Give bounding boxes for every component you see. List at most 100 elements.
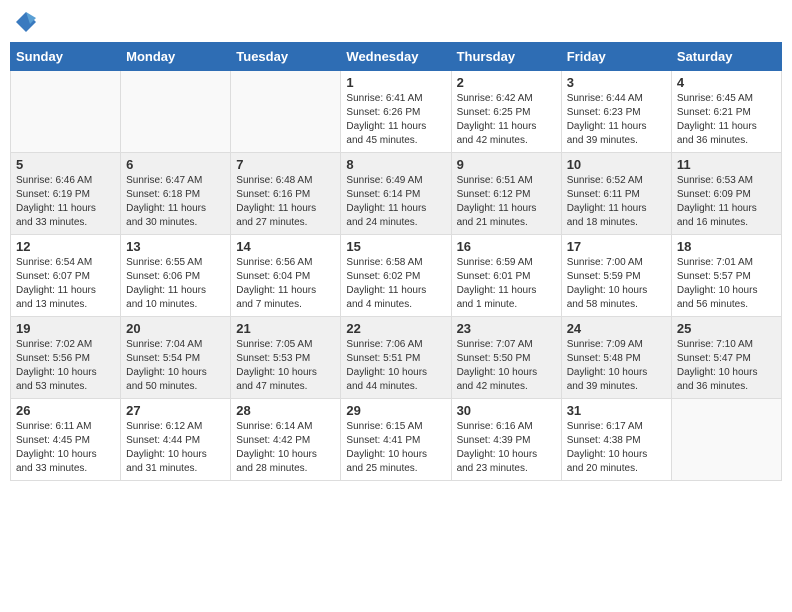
day-info: Sunrise: 6:58 AM Sunset: 6:02 PM Dayligh… bbox=[346, 256, 445, 312]
calendar-day-cell: 16 Sunrise: 6:59 AM Sunset: 6:01 PM Dayli… bbox=[451, 235, 561, 317]
day-info: Sunrise: 6:51 AM Sunset: 6:12 PM Dayligh… bbox=[457, 174, 556, 230]
calendar-day-cell bbox=[231, 71, 341, 153]
day-number: 1 bbox=[346, 75, 445, 90]
calendar-day-cell: 25 Sunrise: 7:10 AM Sunset: 5:47 PM Dayli… bbox=[671, 317, 781, 399]
day-number: 22 bbox=[346, 321, 445, 336]
day-info: Sunrise: 6:47 AM Sunset: 6:18 PM Dayligh… bbox=[126, 174, 225, 230]
day-info: Sunrise: 7:04 AM Sunset: 5:54 PM Dayligh… bbox=[126, 338, 225, 394]
calendar-header-row: SundayMondayTuesdayWednesdayThursdayFrid… bbox=[11, 43, 782, 71]
day-number: 14 bbox=[236, 239, 335, 254]
calendar-day-cell: 29 Sunrise: 6:15 AM Sunset: 4:41 PM Dayli… bbox=[341, 399, 451, 481]
calendar-table: SundayMondayTuesdayWednesdayThursdayFrid… bbox=[10, 42, 782, 481]
calendar-day-cell: 18 Sunrise: 7:01 AM Sunset: 5:57 PM Dayli… bbox=[671, 235, 781, 317]
day-number: 24 bbox=[567, 321, 666, 336]
day-of-week-header: Tuesday bbox=[231, 43, 341, 71]
calendar-day-cell: 30 Sunrise: 6:16 AM Sunset: 4:39 PM Dayli… bbox=[451, 399, 561, 481]
calendar-day-cell: 8Sunrise: 6:49 AM Sunset: 6:14 PM Daylig… bbox=[341, 153, 451, 235]
calendar-week-row: 26 Sunrise: 6:11 AM Sunset: 4:45 PM Dayli… bbox=[11, 399, 782, 481]
day-number: 18 bbox=[677, 239, 776, 254]
day-of-week-header: Monday bbox=[121, 43, 231, 71]
day-info: Sunrise: 6:56 AM Sunset: 6:04 PM Dayligh… bbox=[236, 256, 335, 312]
day-number: 7 bbox=[236, 157, 335, 172]
calendar-day-cell: 12 Sunrise: 6:54 AM Sunset: 6:07 PM Dayli… bbox=[11, 235, 121, 317]
day-number: 6 bbox=[126, 157, 225, 172]
day-info: Sunrise: 6:48 AM Sunset: 6:16 PM Dayligh… bbox=[236, 174, 335, 230]
day-info: Sunrise: 6:12 AM Sunset: 4:44 PM Dayligh… bbox=[126, 420, 225, 476]
day-number: 5 bbox=[16, 157, 115, 172]
day-info: Sunrise: 6:45 AM Sunset: 6:21 PM Dayligh… bbox=[677, 92, 776, 148]
day-number: 11 bbox=[677, 157, 776, 172]
logo bbox=[14, 10, 42, 34]
day-info: Sunrise: 7:09 AM Sunset: 5:48 PM Dayligh… bbox=[567, 338, 666, 394]
day-info: Sunrise: 6:16 AM Sunset: 4:39 PM Dayligh… bbox=[457, 420, 556, 476]
calendar-day-cell: 1 Sunrise: 6:41 AM Sunset: 6:26 PM Daylig… bbox=[341, 71, 451, 153]
calendar-day-cell: 10 Sunrise: 6:52 AM Sunset: 6:11 PM Dayli… bbox=[561, 153, 671, 235]
day-number: 8 bbox=[346, 157, 445, 172]
day-number: 2 bbox=[457, 75, 556, 90]
day-info: Sunrise: 7:07 AM Sunset: 5:50 PM Dayligh… bbox=[457, 338, 556, 394]
calendar-day-cell: 14 Sunrise: 6:56 AM Sunset: 6:04 PM Dayli… bbox=[231, 235, 341, 317]
calendar-day-cell: 6 Sunrise: 6:47 AM Sunset: 6:18 PM Daylig… bbox=[121, 153, 231, 235]
day-info: Sunrise: 6:11 AM Sunset: 4:45 PM Dayligh… bbox=[16, 420, 115, 476]
calendar-day-cell: 4 Sunrise: 6:45 AM Sunset: 6:21 PM Daylig… bbox=[671, 71, 781, 153]
day-of-week-header: Saturday bbox=[671, 43, 781, 71]
day-info: Sunrise: 6:41 AM Sunset: 6:26 PM Dayligh… bbox=[346, 92, 445, 148]
calendar-day-cell: 7 Sunrise: 6:48 AM Sunset: 6:16 PM Daylig… bbox=[231, 153, 341, 235]
day-number: 30 bbox=[457, 403, 556, 418]
day-of-week-header: Friday bbox=[561, 43, 671, 71]
day-number: 20 bbox=[126, 321, 225, 336]
calendar-day-cell: 17Sunrise: 7:00 AM Sunset: 5:59 PM Dayli… bbox=[561, 235, 671, 317]
day-of-week-header: Sunday bbox=[11, 43, 121, 71]
day-info: Sunrise: 6:42 AM Sunset: 6:25 PM Dayligh… bbox=[457, 92, 556, 148]
calendar-day-cell: 15Sunrise: 6:58 AM Sunset: 6:02 PM Dayli… bbox=[341, 235, 451, 317]
day-info: Sunrise: 6:15 AM Sunset: 4:41 PM Dayligh… bbox=[346, 420, 445, 476]
calendar-day-cell: 22Sunrise: 7:06 AM Sunset: 5:51 PM Dayli… bbox=[341, 317, 451, 399]
page-header bbox=[10, 10, 782, 34]
day-number: 21 bbox=[236, 321, 335, 336]
day-number: 10 bbox=[567, 157, 666, 172]
calendar-day-cell: 21Sunrise: 7:05 AM Sunset: 5:53 PM Dayli… bbox=[231, 317, 341, 399]
day-info: Sunrise: 7:10 AM Sunset: 5:47 PM Dayligh… bbox=[677, 338, 776, 394]
day-info: Sunrise: 7:00 AM Sunset: 5:59 PM Dayligh… bbox=[567, 256, 666, 312]
day-info: Sunrise: 6:55 AM Sunset: 6:06 PM Dayligh… bbox=[126, 256, 225, 312]
day-number: 29 bbox=[346, 403, 445, 418]
day-number: 27 bbox=[126, 403, 225, 418]
day-number: 23 bbox=[457, 321, 556, 336]
day-info: Sunrise: 6:14 AM Sunset: 4:42 PM Dayligh… bbox=[236, 420, 335, 476]
day-info: Sunrise: 6:53 AM Sunset: 6:09 PM Dayligh… bbox=[677, 174, 776, 230]
calendar-day-cell bbox=[11, 71, 121, 153]
day-info: Sunrise: 7:02 AM Sunset: 5:56 PM Dayligh… bbox=[16, 338, 115, 394]
day-number: 26 bbox=[16, 403, 115, 418]
calendar-day-cell: 31 Sunrise: 6:17 AM Sunset: 4:38 PM Dayli… bbox=[561, 399, 671, 481]
calendar-week-row: 19 Sunrise: 7:02 AM Sunset: 5:56 PM Dayli… bbox=[11, 317, 782, 399]
day-number: 12 bbox=[16, 239, 115, 254]
day-info: Sunrise: 6:44 AM Sunset: 6:23 PM Dayligh… bbox=[567, 92, 666, 148]
calendar-day-cell: 23 Sunrise: 7:07 AM Sunset: 5:50 PM Dayli… bbox=[451, 317, 561, 399]
day-number: 9 bbox=[457, 157, 556, 172]
calendar-day-cell: 19 Sunrise: 7:02 AM Sunset: 5:56 PM Dayli… bbox=[11, 317, 121, 399]
day-info: Sunrise: 6:17 AM Sunset: 4:38 PM Dayligh… bbox=[567, 420, 666, 476]
day-number: 31 bbox=[567, 403, 666, 418]
day-info: Sunrise: 7:01 AM Sunset: 5:57 PM Dayligh… bbox=[677, 256, 776, 312]
day-info: Sunrise: 6:59 AM Sunset: 6:01 PM Dayligh… bbox=[457, 256, 556, 312]
day-number: 3 bbox=[567, 75, 666, 90]
logo-icon bbox=[14, 10, 38, 34]
day-number: 19 bbox=[16, 321, 115, 336]
day-number: 13 bbox=[126, 239, 225, 254]
day-number: 25 bbox=[677, 321, 776, 336]
day-info: Sunrise: 6:54 AM Sunset: 6:07 PM Dayligh… bbox=[16, 256, 115, 312]
calendar-day-cell: 28 Sunrise: 6:14 AM Sunset: 4:42 PM Dayli… bbox=[231, 399, 341, 481]
calendar-day-cell: 11 Sunrise: 6:53 AM Sunset: 6:09 PM Dayli… bbox=[671, 153, 781, 235]
calendar-week-row: 1 Sunrise: 6:41 AM Sunset: 6:26 PM Daylig… bbox=[11, 71, 782, 153]
calendar-day-cell: 13 Sunrise: 6:55 AM Sunset: 6:06 PM Dayli… bbox=[121, 235, 231, 317]
calendar-day-cell: 26 Sunrise: 6:11 AM Sunset: 4:45 PM Dayli… bbox=[11, 399, 121, 481]
calendar-day-cell: 2 Sunrise: 6:42 AM Sunset: 6:25 PM Daylig… bbox=[451, 71, 561, 153]
calendar-day-cell: 9 Sunrise: 6:51 AM Sunset: 6:12 PM Daylig… bbox=[451, 153, 561, 235]
calendar-day-cell bbox=[671, 399, 781, 481]
calendar-day-cell: 3 Sunrise: 6:44 AM Sunset: 6:23 PM Daylig… bbox=[561, 71, 671, 153]
day-number: 4 bbox=[677, 75, 776, 90]
day-info: Sunrise: 6:52 AM Sunset: 6:11 PM Dayligh… bbox=[567, 174, 666, 230]
day-number: 28 bbox=[236, 403, 335, 418]
day-number: 16 bbox=[457, 239, 556, 254]
calendar-day-cell: 5Sunrise: 6:46 AM Sunset: 6:19 PM Daylig… bbox=[11, 153, 121, 235]
